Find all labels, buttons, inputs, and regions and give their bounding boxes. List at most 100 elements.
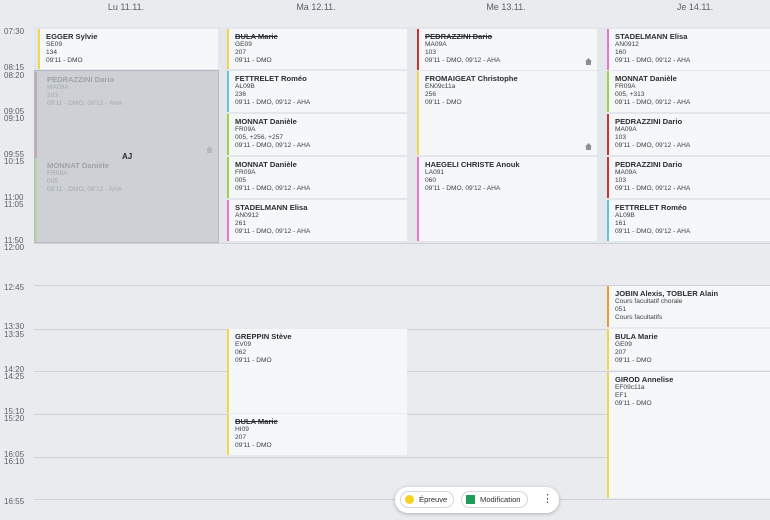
time-label: 09:10 [4,114,25,123]
lesson-teacher: MONNAT Danièle [615,74,677,83]
lesson-card[interactable]: EGGER Sylvie SE09 134 09'11 - DMO [38,29,218,69]
lesson-card[interactable]: PEDRAZZINI Dario MA09A 103 09'11 - DMO, 09'… [607,114,770,155]
lesson-room: EF1 [615,392,628,399]
day-header: Lu 11.11. [107,2,145,12]
lesson-teacher: GIROD Annelise [615,375,674,384]
absent-lesson: MONNAT Danièle FR09A 005 09'11 - DMO, 09… [35,158,215,242]
lesson-class: EN09c11a [425,83,456,90]
lesson-group: 09'11 - DMO, 09'12 - AHA [615,228,691,235]
lesson-teacher: FROMAIGEAT Christophe [425,74,518,83]
lesson-card[interactable]: FROMAIGEAT Christophe EN09c11a 256 09'11 - … [417,71,597,155]
lesson-room: 005 [235,177,247,184]
time-label: 13:35 [4,330,25,339]
lesson-class: AL09B [235,83,255,90]
lesson-card[interactable]: BULA Marie GE09 207 09'11 - DMO [607,329,770,370]
lesson-group: 09'11 - DMO, 09'12 - AHA [47,100,123,107]
lesson-room: 005, +313 [615,91,645,98]
lesson-room: 051 [615,306,627,313]
lesson-card[interactable]: HAEGELI CHRISTE Anouk LA091 060 09'11 - DMO… [417,157,597,241]
absent-lesson: PEDRAZZINI Dario MA09A 103 09'11 - DMO, … [35,72,215,158]
epreuve-color-dot [405,495,414,504]
lesson-teacher: HAEGELI CHRISTE Anouk [425,160,520,169]
lesson-teacher: STADELMANN Elisa [235,203,308,212]
epreuve-filter-button[interactable]: Épreuve [400,491,455,508]
lesson-teacher: STADELMANN Elisa [615,32,688,41]
lesson-card[interactable]: GREPPIN Stève EV09 062 09'11 - DMO [227,329,407,413]
lesson-group: 09'11 - DMO, 09'12 - AHA [235,99,311,106]
lesson-class: MA09A [47,84,69,91]
lesson-group: 09'11 - DMO [615,357,652,364]
lesson-class: EV09 [235,341,252,348]
more-options-icon[interactable]: ⋮ [542,491,553,508]
lesson-class: FR09A [47,170,68,177]
time-label: 16:55 [4,497,25,506]
lesson-room: 134 [46,49,58,56]
time-label: 10:15 [4,157,25,166]
lesson-room: 103 [425,49,437,56]
lesson-class: MA09A [615,126,637,133]
lesson-group: 09'11 - DMO, 09'12 - AHA [615,57,691,64]
timetable-view: Lu 11.11. Ma 12.11. Me 13.11. Je 14.11. 07:3… [0,0,770,520]
lesson-class: GE09 [235,41,252,48]
lesson-room: 103 [47,92,59,99]
lesson-group: 09'11 - DMO, 09'12 - AHA [235,228,311,235]
modification-filter-button[interactable]: Modification [461,491,528,508]
absence-block[interactable]: PEDRAZZINI Dario MA09A 103 09'11 - DMO, … [34,70,219,243]
time-label: 15:20 [4,414,25,423]
lesson-card[interactable]: GIROD Annelise EF09c11a EF1 09'11 - DMO [607,372,770,498]
lesson-room: 005 [47,178,59,185]
lesson-card[interactable]: STADELMANN Elisa AN0912 160 09'11 - DMO, 09… [607,29,770,70]
lesson-room: 236 [235,91,247,98]
lesson-group: 09'11 - DMO, 09'12 - AHA [235,142,311,149]
lesson-class: LA091 [425,169,445,176]
lesson-card[interactable]: BULA Marie HI09 207 09'11 - DMO [227,414,407,455]
lesson-class: HI09 [235,426,249,433]
lesson-card[interactable]: MONNAT Danièle FR09A 005 09'11 - DMO, 09'12… [227,157,407,198]
time-label: 11:05 [4,200,24,209]
lesson-teacher: MONNAT Danièle [235,160,297,169]
absence-code: AJ [122,152,133,161]
lesson-card[interactable]: FETTRELET Roméo AL09B 236 09'11 - DMO, 09'1… [227,71,407,112]
lesson-card[interactable]: PEDRAZZINI Dario MA09A 103 09'11 - DMO, 09'… [607,157,770,198]
lesson-teacher: EGGER Sylvie [46,32,98,41]
legend-bar: Épreuve Modification ⋮ [395,487,559,513]
lesson-card[interactable]: BULA Marie GE09 207 09'11 - DMO [227,29,407,69]
lesson-group: 09'11 - DMO, 09'12 - AHA [615,185,691,192]
lesson-class: FR09A [235,126,256,133]
modification-label: Modification [480,495,521,504]
lesson-card[interactable]: STADELMANN Elisa AN0912 261 09'11 - DMO, 09… [227,200,407,241]
lesson-room: 207 [615,349,627,356]
lesson-card[interactable]: MONNAT Danièle FR09A 005, +313 09'11 - DMO,… [607,71,770,112]
lesson-class: MA09A [425,41,447,48]
lesson-room: 103 [615,134,627,141]
lesson-group: 09'11 - DMO, 09'12 - AHA [235,185,311,192]
lesson-teacher: BULA Marie [615,332,658,341]
lesson-teacher: MONNAT Danièle [47,161,109,170]
hour-gridline [34,243,770,244]
lesson-teacher: JOBIN Alexis, TOBLER Alain [615,289,719,298]
lesson-room: 207 [235,49,247,56]
house-icon [585,58,592,65]
lesson-group: 09'11 - DMO [615,400,652,407]
lesson-room: 261 [235,220,247,227]
lesson-teacher: BULA Marie [235,417,278,426]
lesson-group: 09'11 - DMO [46,57,83,64]
lesson-card[interactable]: JOBIN Alexis, TOBLER Alain Cours facultat… [607,286,770,327]
lesson-class: GE09 [615,341,632,348]
lesson-room: 005, +256, +257 [235,134,284,141]
day-header: Me 13.11. [486,2,526,12]
lesson-room: 161 [615,220,627,227]
lesson-card[interactable]: PEDRAZZINI Dario MA09A 103 09'11 - DMO, 09'… [417,29,597,70]
lesson-teacher: PEDRAZZINI Dario [47,75,115,84]
lesson-group: 09'11 - DMO, 09'12 - AHA [615,142,691,149]
time-label: 12:45 [4,283,25,292]
lesson-card[interactable]: FETTRELET Roméo AL09B 161 09'11 - DMO, 09'1… [607,200,770,241]
lesson-class: FR09A [615,83,636,90]
lesson-teacher: MONNAT Danièle [235,117,297,126]
house-icon [206,146,213,153]
lesson-card[interactable]: MONNAT Danièle FR09A 005, +256, +257 09'11 … [227,114,407,155]
lesson-group: Cours facultatifs [615,314,663,321]
lesson-teacher: PEDRAZZINI Dario [425,32,493,41]
time-label: 16:10 [4,457,25,466]
lesson-class: MA09A [615,169,637,176]
